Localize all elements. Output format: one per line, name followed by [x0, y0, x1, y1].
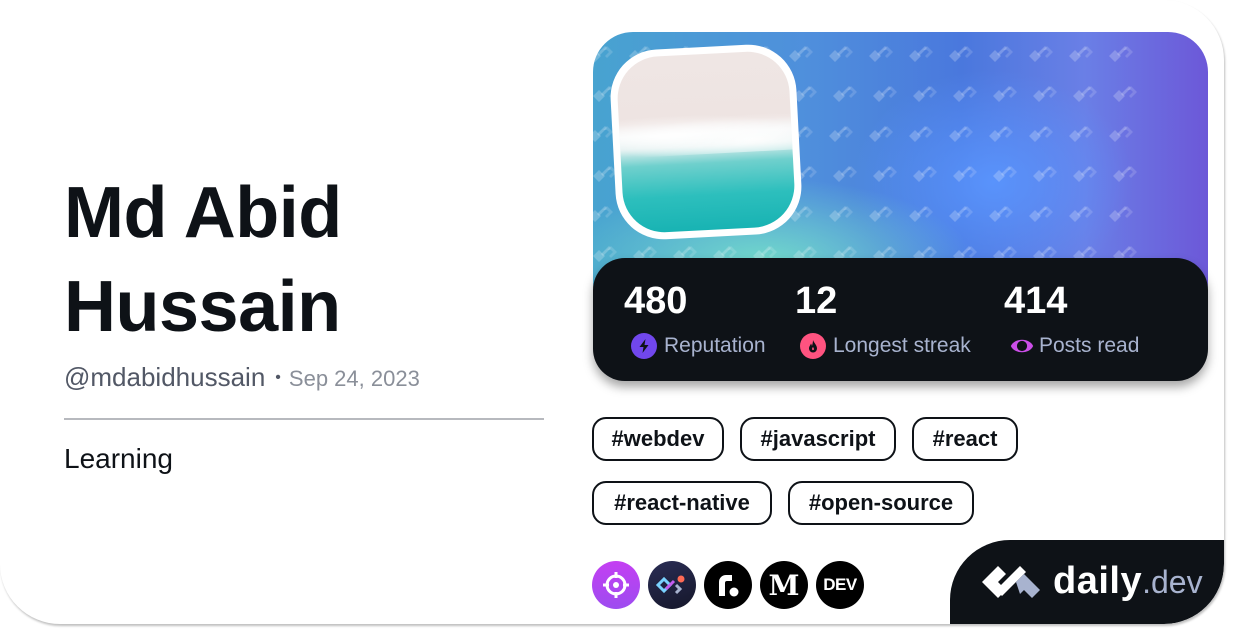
pattern-logo	[829, 126, 853, 142]
profile-meta: @mdabidhussain • Sep 24, 2023	[64, 362, 420, 393]
pattern-logo	[993, 86, 1017, 102]
pattern-logo	[873, 166, 897, 182]
pattern-logo	[909, 126, 933, 142]
tag-javascript[interactable]: #javascript	[740, 417, 896, 461]
pattern-logo	[593, 126, 613, 142]
eye-ring-icon	[1009, 333, 1035, 359]
pattern-logo	[1073, 86, 1097, 102]
pattern-logo	[593, 46, 613, 62]
pattern-logo	[1073, 166, 1097, 182]
medium-icon: M	[768, 568, 800, 602]
pattern-logo	[909, 46, 933, 62]
pattern-logo	[869, 46, 893, 62]
pattern-logo	[829, 206, 853, 222]
pattern-logo	[1033, 166, 1057, 182]
meta-separator: •	[275, 369, 281, 386]
pattern-logo	[949, 46, 973, 62]
brand-wordmark: daily.dev	[1053, 560, 1203, 603]
pattern-logo	[829, 46, 853, 62]
flame-icon	[800, 333, 826, 359]
pattern-logo	[1109, 126, 1133, 142]
profile-bio: Learning	[64, 443, 173, 474]
daily-dev-icon	[656, 575, 685, 595]
source-dev-to[interactable]: DEV	[816, 561, 864, 609]
tag-open-source[interactable]: #open-source	[788, 481, 974, 525]
source-daily-dev[interactable]	[648, 561, 696, 609]
stat-label: Longest streak	[833, 334, 971, 357]
pattern-logo	[1113, 166, 1137, 182]
stat-value: 480	[624, 280, 688, 322]
source-target[interactable]	[592, 561, 640, 609]
pattern-logo	[873, 86, 897, 102]
pattern-logo	[949, 126, 973, 142]
profile-name: Md Abid Hussain	[64, 173, 342, 347]
tag-react[interactable]: #react	[912, 417, 1018, 461]
daily-dev-brand[interactable]: daily.dev	[950, 540, 1224, 624]
pattern-logo	[593, 206, 613, 222]
source-r[interactable]	[704, 561, 752, 609]
pattern-logo	[993, 166, 1017, 182]
pattern-logo	[909, 206, 933, 222]
devcard: Md Abid Hussain @mdabidhussain • Sep 24,…	[0, 0, 1224, 624]
pattern-logo	[1029, 206, 1053, 222]
stat-label: Posts read	[1039, 334, 1140, 357]
pattern-logo	[953, 86, 977, 102]
source-medium[interactable]: M	[760, 561, 808, 609]
pattern-logo	[1069, 206, 1093, 222]
crosshair-icon	[603, 572, 629, 598]
pattern-logo	[1109, 46, 1133, 62]
pattern-logo	[953, 166, 977, 182]
divider	[64, 418, 544, 420]
pattern-logo	[1069, 46, 1093, 62]
avatar-image	[615, 49, 797, 235]
avatar[interactable]	[608, 42, 804, 242]
pattern-logo	[1113, 86, 1137, 102]
daily-dev-logo-icon	[982, 566, 1040, 598]
pattern-logo	[833, 86, 857, 102]
pattern-logo	[1033, 86, 1057, 102]
pattern-logo	[833, 166, 857, 182]
pattern-logo	[1069, 126, 1093, 142]
pattern-logo	[989, 46, 1013, 62]
stats-panel: 480 Reputation 12 Longest streak 414 Pos…	[593, 258, 1208, 381]
pattern-logo	[1029, 126, 1053, 142]
pattern-logo	[913, 166, 937, 182]
r-dot-icon	[719, 575, 739, 597]
brand-tld: .dev	[1142, 564, 1203, 600]
stat-label: Reputation	[664, 334, 766, 357]
pattern-logo	[789, 46, 813, 62]
profile-handle[interactable]: @mdabidhussain	[64, 362, 265, 393]
tag-react-native[interactable]: #react-native	[592, 481, 772, 525]
pattern-logo	[869, 206, 893, 222]
pattern-logo	[1029, 46, 1053, 62]
tag-webdev[interactable]: #webdev	[592, 417, 724, 461]
lightning-icon	[631, 333, 657, 359]
pattern-logo	[913, 86, 937, 102]
joined-date: Sep 24, 2023	[288, 366, 420, 391]
pattern-logo	[949, 206, 973, 222]
brand-name: daily	[1053, 560, 1143, 602]
pattern-logo	[989, 206, 1013, 222]
pattern-logo	[989, 126, 1013, 142]
stat-value: 12	[795, 280, 838, 322]
pattern-logo	[1109, 206, 1133, 222]
stat-value: 414	[1004, 280, 1068, 322]
pattern-logo	[869, 126, 893, 142]
dev-icon: DEV	[823, 575, 857, 594]
